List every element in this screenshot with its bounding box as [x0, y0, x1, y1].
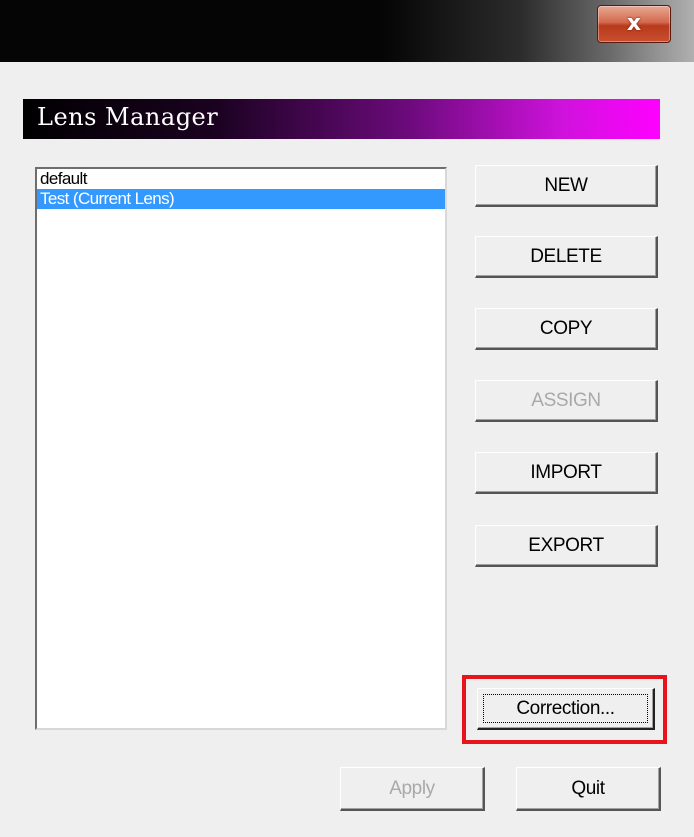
page-title: Lens Manager [37, 103, 219, 131]
header-banner: Lens Manager [23, 99, 660, 139]
delete-button[interactable]: DELETE [475, 236, 658, 278]
apply-button[interactable]: Apply [340, 767, 485, 811]
new-button[interactable]: NEW [475, 165, 658, 207]
quit-button[interactable]: Quit [516, 767, 661, 811]
list-item-selected[interactable]: Test (Current Lens) [37, 189, 445, 209]
assign-button[interactable]: ASSIGN [475, 380, 658, 422]
close-button[interactable]: x [597, 5, 671, 43]
close-icon: x [626, 11, 642, 36]
correction-button-label: Correction... [516, 697, 615, 719]
correction-button[interactable]: Correction... [477, 688, 655, 730]
import-button[interactable]: IMPORT [475, 452, 658, 494]
export-button[interactable]: EXPORT [475, 525, 658, 567]
lens-manager-window: x Lens Manager default Test (Current Len… [0, 0, 694, 837]
lens-listbox[interactable]: default Test (Current Lens) [35, 167, 447, 730]
copy-button[interactable]: COPY [475, 308, 658, 350]
title-bar[interactable]: x [0, 0, 694, 62]
list-item[interactable]: default [37, 169, 445, 189]
